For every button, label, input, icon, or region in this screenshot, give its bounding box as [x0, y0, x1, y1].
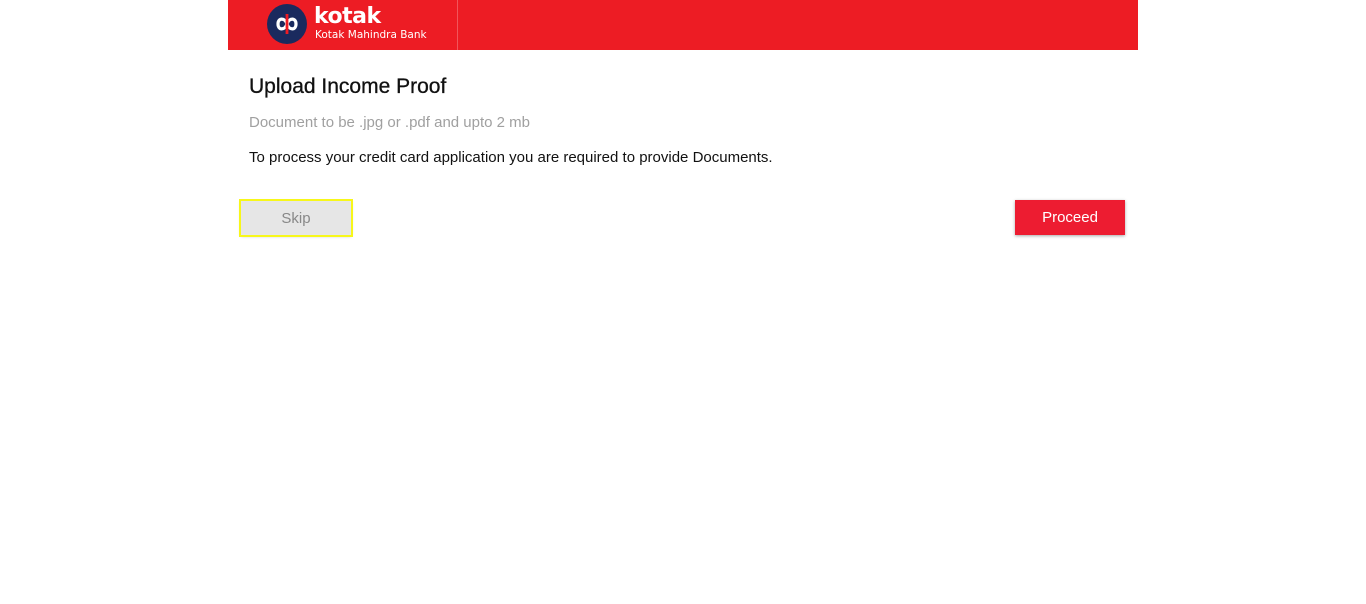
kotak-infinity-logo-icon	[267, 4, 307, 44]
logo-brand-text: kotak	[314, 4, 381, 29]
header-bar: kotak Kotak Mahindra Bank	[228, 0, 1138, 50]
instruction-text: To process your credit card application …	[249, 149, 773, 166]
kotak-logo[interactable]: kotak Kotak Mahindra Bank	[228, 0, 458, 50]
logo-bank-name: Kotak Mahindra Bank	[315, 29, 427, 41]
skip-button[interactable]: Skip	[239, 199, 353, 237]
file-requirements-note: Document to be .jpg or .pdf and upto 2 m…	[249, 114, 531, 131]
page-title: Upload Income Proof	[249, 75, 447, 98]
page: kotak Kotak Mahindra Bank Upload Income …	[0, 0, 1366, 604]
upload-income-proof-section: Upload Income Proof Document to be .jpg …	[249, 72, 1129, 166]
proceed-button[interactable]: Proceed	[1015, 200, 1125, 235]
